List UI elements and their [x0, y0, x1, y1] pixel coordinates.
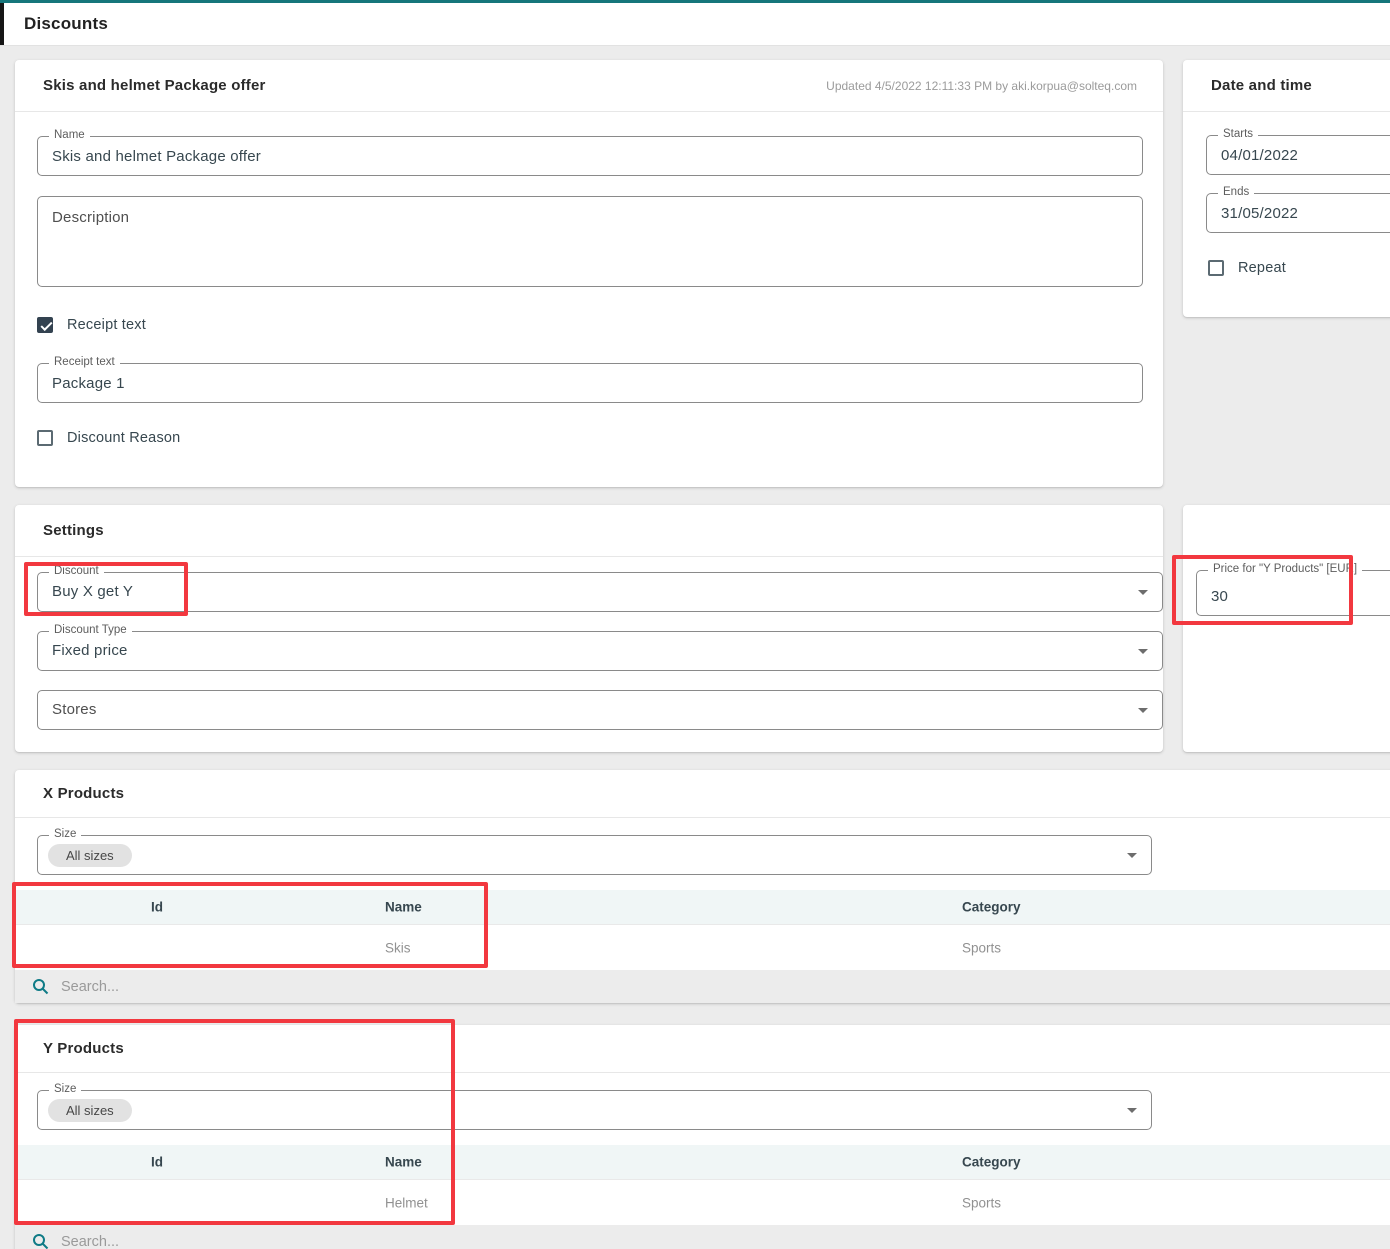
- datetime-card-header: Date and time: [1183, 60, 1390, 112]
- y-col-name: Name: [385, 1155, 422, 1170]
- all-sizes-chip[interactable]: All sizes: [48, 1099, 132, 1122]
- receipt-text-checkbox-label: Receipt text: [67, 317, 146, 333]
- y-size-select-label: Size: [49, 1083, 81, 1095]
- repeat-checkbox-label: Repeat: [1238, 260, 1286, 276]
- y-products-title: Y Products: [43, 1040, 124, 1057]
- checkbox-unchecked-icon[interactable]: [1208, 260, 1224, 276]
- page-title: Discounts: [24, 14, 108, 34]
- x-row-name: Skis: [385, 940, 411, 955]
- table-row[interactable]: Helmet Sports: [15, 1180, 1390, 1225]
- x-products-search-row: [15, 970, 1390, 1003]
- table-row[interactable]: Skis Sports: [15, 925, 1390, 970]
- starts-field[interactable]: Starts: [1206, 135, 1390, 175]
- receipt-text-field-label: Receipt text: [49, 356, 120, 368]
- x-row-category: Sports: [962, 940, 1001, 955]
- ends-field[interactable]: Ends: [1206, 193, 1390, 233]
- x-col-id: Id: [151, 900, 163, 915]
- chevron-down-icon: [1138, 590, 1148, 595]
- discount-select-label: Discount: [49, 565, 104, 577]
- offer-card-header: Skis and helmet Package offer Updated 4/…: [15, 60, 1163, 112]
- description-field-label: Description: [38, 197, 1142, 236]
- x-col-name: Name: [385, 900, 422, 915]
- y-col-category: Category: [962, 1155, 1021, 1170]
- starts-input[interactable]: [1207, 136, 1390, 174]
- updated-timestamp: Updated 4/5/2022 12:11:33 PM by aki.korp…: [826, 79, 1137, 93]
- chevron-down-icon: [1138, 649, 1148, 654]
- x-products-header: X Products: [15, 770, 1390, 818]
- y-products-card: Y Products Size All sizes Id Name Catego…: [15, 1025, 1390, 1249]
- offer-card-title: Skis and helmet Package offer: [43, 77, 266, 94]
- ends-field-label: Ends: [1218, 186, 1254, 198]
- stores-select[interactable]: Stores: [37, 690, 1163, 730]
- chevron-down-icon: [1127, 853, 1137, 858]
- checkbox-checked-icon[interactable]: [37, 317, 53, 333]
- discount-type-select-label: Discount Type: [49, 624, 132, 636]
- y-size-select[interactable]: Size All sizes: [37, 1090, 1152, 1130]
- y-products-table: Id Name Category Helmet Sports: [15, 1145, 1390, 1225]
- checkbox-unchecked-icon[interactable]: [37, 430, 53, 446]
- repeat-checkbox[interactable]: Repeat: [1208, 260, 1286, 276]
- y-table-header-row: Id Name Category: [15, 1145, 1390, 1180]
- x-size-select[interactable]: Size All sizes: [37, 835, 1152, 875]
- x-products-table: Id Name Category Skis Sports: [15, 890, 1390, 970]
- datetime-card: Date and time Starts Ends Repeat: [1183, 60, 1390, 317]
- search-icon: [32, 1233, 49, 1249]
- app-header: Discounts: [0, 0, 1390, 46]
- name-input[interactable]: [38, 137, 1142, 175]
- y-col-id: Id: [151, 1155, 163, 1170]
- discount-type-select[interactable]: Discount Type Fixed price: [37, 631, 1163, 671]
- discounts-page: Discounts Skis and helmet Package offer …: [0, 0, 1390, 1249]
- settings-card: Settings Discount Buy X get Y Discount T…: [15, 505, 1163, 752]
- y-products-header: Y Products: [15, 1025, 1390, 1073]
- x-table-header-row: Id Name Category: [15, 890, 1390, 925]
- x-size-select-label: Size: [49, 828, 81, 840]
- price-field[interactable]: Price for "Y Products" [EUR]: [1196, 570, 1390, 616]
- receipt-text-input[interactable]: [38, 364, 1142, 402]
- chevron-down-icon: [1127, 1108, 1137, 1113]
- discount-reason-checkbox-label: Discount Reason: [67, 430, 180, 446]
- y-row-name: Helmet: [385, 1195, 428, 1210]
- discount-reason-checkbox[interactable]: Discount Reason: [37, 430, 180, 446]
- price-card: Price for "Y Products" [EUR]: [1183, 505, 1390, 752]
- ends-input[interactable]: [1207, 194, 1390, 232]
- search-icon: [32, 978, 49, 995]
- discount-select[interactable]: Discount Buy X get Y: [37, 572, 1163, 612]
- price-input[interactable]: [1197, 571, 1390, 615]
- name-field-label: Name: [49, 129, 90, 141]
- chevron-down-icon: [1138, 708, 1148, 713]
- settings-card-header: Settings: [15, 505, 1163, 557]
- name-field[interactable]: Name: [37, 136, 1143, 176]
- offer-card: Skis and helmet Package offer Updated 4/…: [15, 60, 1163, 487]
- starts-field-label: Starts: [1218, 128, 1258, 140]
- x-col-category: Category: [962, 900, 1021, 915]
- discount-select-value: Buy X get Y: [38, 573, 1162, 610]
- x-products-card: X Products Size All sizes Id Name Catego…: [15, 770, 1390, 1003]
- settings-card-title: Settings: [43, 522, 104, 539]
- y-row-category: Sports: [962, 1195, 1001, 1210]
- x-products-title: X Products: [43, 785, 124, 802]
- stores-select-placeholder: Stores: [38, 691, 1162, 728]
- description-field[interactable]: Description: [37, 196, 1143, 287]
- all-sizes-chip[interactable]: All sizes: [48, 844, 132, 867]
- y-products-search-input[interactable]: [59, 1233, 1390, 1249]
- window-edge: [0, 3, 4, 45]
- receipt-text-field[interactable]: Receipt text: [37, 363, 1143, 403]
- x-products-search-input[interactable]: [59, 978, 1390, 996]
- discount-type-select-value: Fixed price: [38, 632, 1162, 669]
- y-products-search-row: [15, 1225, 1390, 1249]
- price-field-label: Price for "Y Products" [EUR]: [1208, 563, 1362, 575]
- receipt-text-checkbox[interactable]: Receipt text: [37, 317, 146, 333]
- datetime-card-title: Date and time: [1211, 77, 1312, 94]
